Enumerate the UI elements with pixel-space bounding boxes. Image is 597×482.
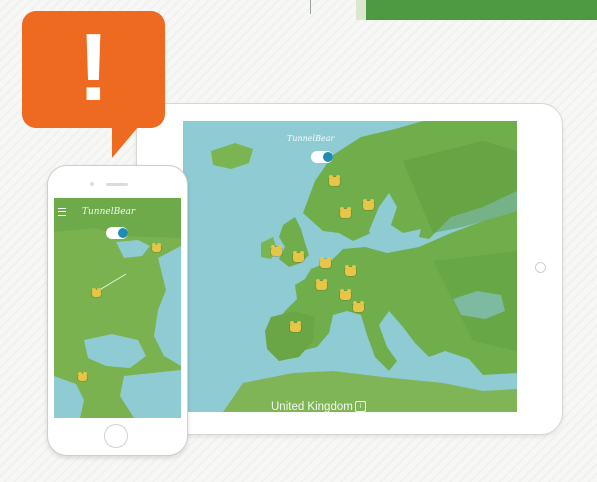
phone-home-button — [104, 424, 128, 448]
server-bear-icon[interactable] — [316, 279, 327, 290]
phone-vpn-toggle[interactable] — [106, 227, 128, 239]
toggle-knob — [118, 228, 128, 238]
tablet-home-button — [535, 262, 546, 273]
server-bear-icon[interactable] — [320, 257, 331, 268]
server-bear-icon[interactable] — [152, 243, 161, 252]
exclamation-icon: ! — [77, 14, 110, 121]
server-bear-icon[interactable] — [329, 175, 340, 186]
corner-banner-dark — [366, 0, 597, 20]
server-bear-icon[interactable] — [78, 372, 87, 381]
server-bear-icon[interactable] — [340, 207, 351, 218]
server-bear-icon[interactable] — [345, 265, 356, 276]
phone-camera — [90, 182, 94, 186]
server-bear-icon[interactable] — [271, 245, 282, 256]
phone-map-screen[interactable]: TunnelBear — [54, 198, 181, 418]
alert-bubble-tail — [112, 120, 144, 158]
server-bear-icon[interactable] — [293, 251, 304, 262]
tablet-map-screen[interactable]: TunnelBear United Kingdom i — [183, 121, 517, 412]
tablet-device: TunnelBear United Kingdom i — [136, 103, 563, 435]
phone-device: TunnelBear — [47, 165, 188, 456]
menu-icon[interactable] — [58, 208, 66, 216]
phone-logo: TunnelBear — [82, 207, 136, 217]
country-name: United Kingdom — [271, 401, 353, 412]
alert-bubble: ! — [22, 11, 165, 128]
server-bear-icon[interactable] — [290, 321, 301, 332]
server-bear-icon[interactable] — [363, 199, 374, 210]
info-icon[interactable]: i — [354, 401, 366, 412]
server-bear-icon[interactable] — [353, 301, 364, 312]
selected-country-label[interactable]: United Kingdom i — [271, 401, 366, 412]
tablet-logo: TunnelBear — [287, 134, 335, 143]
server-bear-icon[interactable] — [92, 288, 101, 297]
toggle-knob — [323, 152, 333, 162]
tablet-vpn-toggle[interactable] — [311, 151, 333, 163]
phone-speaker — [106, 183, 128, 186]
corner-line — [310, 0, 311, 14]
server-bear-icon[interactable] — [340, 289, 351, 300]
